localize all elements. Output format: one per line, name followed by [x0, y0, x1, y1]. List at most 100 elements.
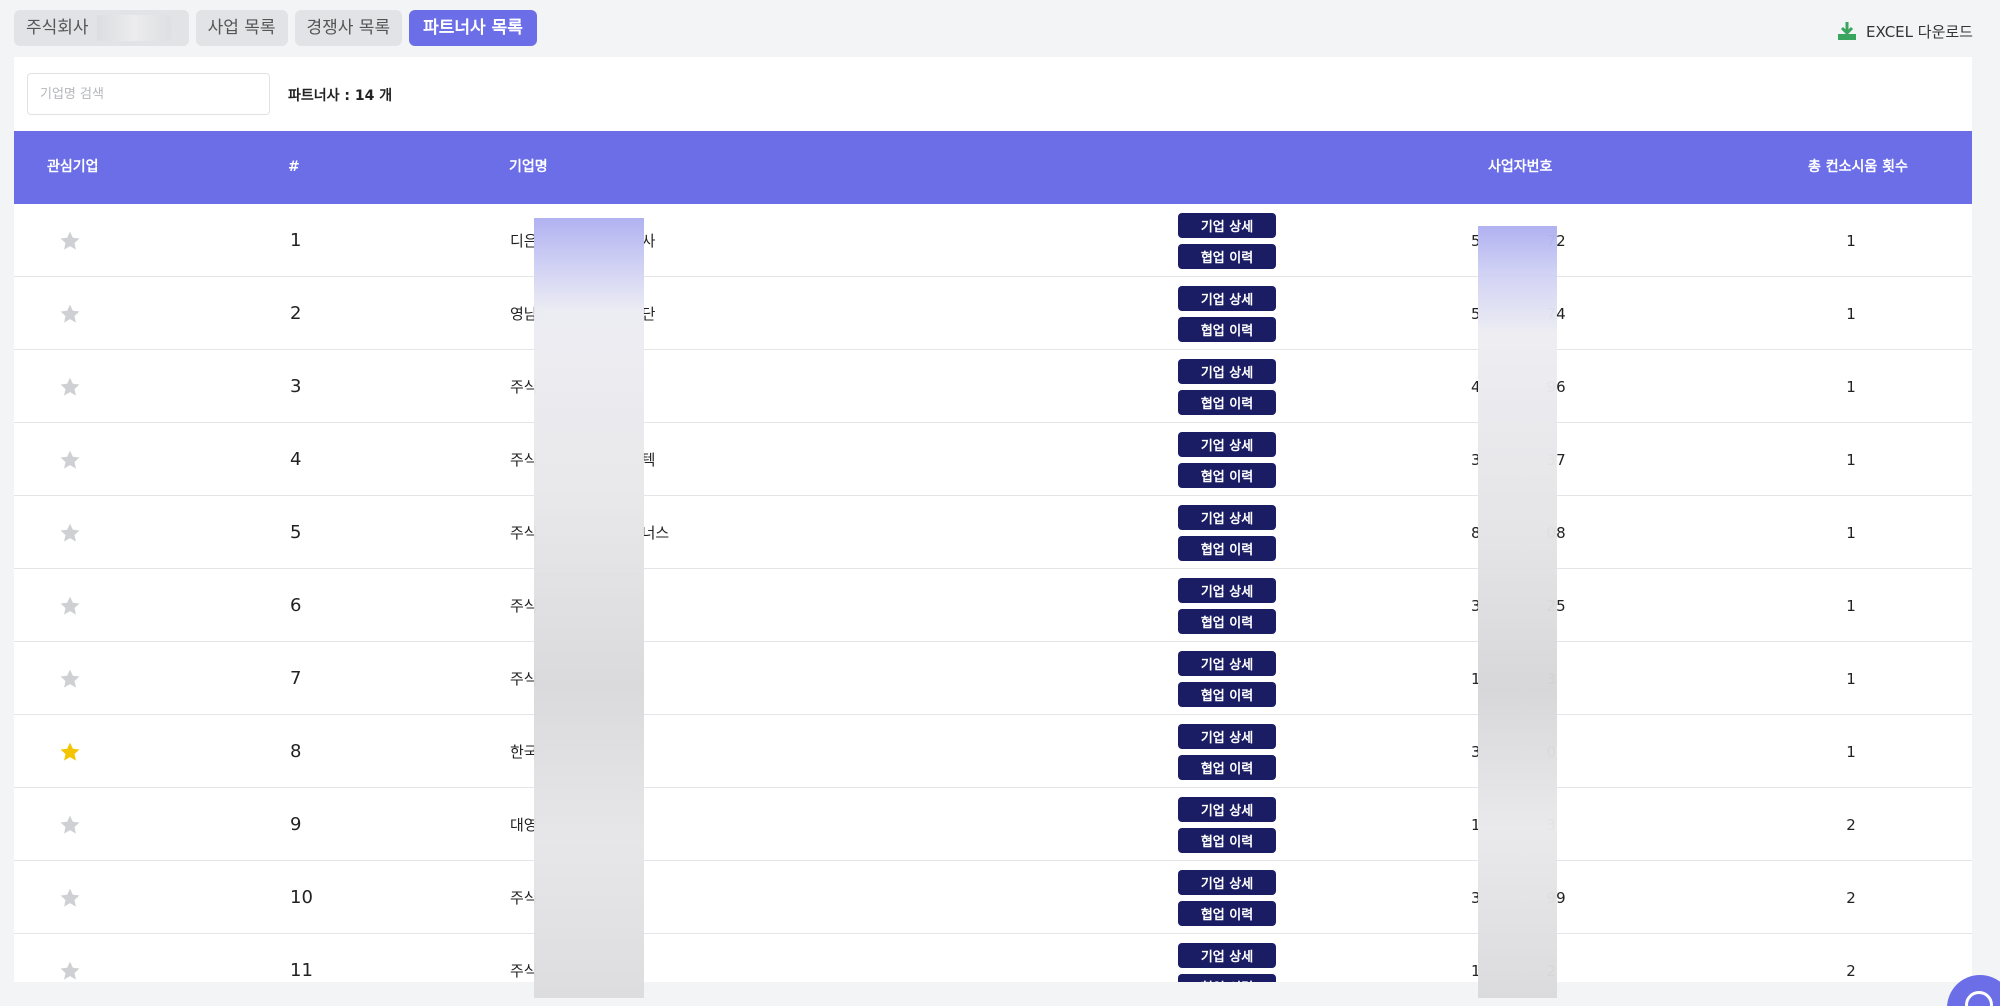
favorite-star-button[interactable] — [56, 569, 84, 642]
favorite-star-button[interactable] — [56, 934, 84, 982]
company-name: 주식 너스 — [510, 496, 669, 569]
row-actions: 기업 상세협업 이력 — [1178, 861, 1276, 934]
favorite-star-button[interactable] — [56, 861, 84, 934]
company-name-start: 대영 — [510, 816, 538, 834]
company-search-input[interactable] — [27, 73, 270, 115]
row-number: 10 — [290, 887, 313, 908]
business-number: 3 37 — [1471, 423, 1601, 496]
favorite-star-button[interactable] — [56, 496, 84, 569]
favorite-star-button[interactable] — [56, 642, 84, 715]
company-name: 주식 — [510, 569, 642, 642]
star-icon — [60, 742, 80, 761]
redacted-business-number — [1481, 670, 1547, 688]
consortium-count: 1 — [1846, 742, 1856, 761]
collaboration-history-button[interactable]: 협업 이력 — [1178, 900, 1276, 926]
company-name-start: 주식 — [510, 889, 538, 907]
company-name: 주식 텍 — [510, 423, 655, 496]
consortium-count: 1 — [1846, 596, 1856, 615]
partner-list-panel: 파트너사 : 14 개 관심기업 # 기업명 사업자번호 총 컨소시움 횟수 1… — [14, 57, 1972, 982]
company-detail-button[interactable]: 기업 상세 — [1178, 650, 1276, 676]
business-number: 13 — [1471, 788, 1601, 861]
consortium-count: 2 — [1846, 888, 1856, 907]
business-number-end: 74 — [1546, 304, 1566, 323]
favorite-star-button[interactable] — [56, 715, 84, 788]
consortium-count: 2 — [1846, 815, 1856, 834]
business-number-end: 37 — [1546, 450, 1566, 469]
download-icon — [1838, 22, 1857, 40]
tab-partner-list[interactable]: 파트너사 목록 — [409, 10, 537, 46]
favorite-star-button[interactable] — [56, 204, 84, 277]
company-detail-button[interactable]: 기업 상세 — [1178, 504, 1276, 530]
collaboration-history-button[interactable]: 협업 이력 — [1178, 535, 1276, 561]
company-detail-button[interactable]: 기업 상세 — [1178, 577, 1276, 603]
collaboration-history-button[interactable]: 협업 이력 — [1178, 608, 1276, 634]
redacted-business-number — [1481, 524, 1547, 542]
consortium-count: 2 — [1846, 961, 1856, 980]
tab-business-list[interactable]: 사업 목록 — [195, 10, 288, 46]
company-name: 주식 — [510, 350, 642, 423]
excel-download-button[interactable]: EXCEL 다운로드 — [1836, 20, 1973, 42]
business-number-end: 3 — [1546, 815, 1557, 834]
row-actions: 기업 상세협업 이력 — [1178, 350, 1276, 423]
header-favorite: 관심기업 — [47, 159, 99, 175]
tab-company-name[interactable]: 주식회사 — [14, 10, 189, 46]
business-number: 30 — [1471, 715, 1601, 788]
collaboration-history-button[interactable]: 협업 이력 — [1178, 462, 1276, 488]
star-icon — [60, 304, 80, 323]
collaboration-history-button[interactable]: 협업 이력 — [1178, 681, 1276, 707]
company-name-start: 주식 — [510, 962, 538, 980]
redacted-business-number — [1481, 743, 1547, 761]
row-actions: 기업 상세협업 이력 — [1178, 204, 1276, 277]
collaboration-history-button[interactable]: 협업 이력 — [1178, 973, 1276, 982]
collaboration-history-button[interactable]: 협업 이력 — [1178, 827, 1276, 853]
table-row: 2 영남 단 기업 상세 협업 이력 5 74 1 — [14, 277, 1972, 350]
company-detail-button[interactable]: 기업 상세 — [1178, 285, 1276, 311]
collaboration-history-button[interactable]: 협업 이력 — [1178, 389, 1276, 415]
row-number: 7 — [290, 668, 302, 689]
redacted-business-number — [1481, 232, 1547, 250]
row-number: 2 — [290, 303, 302, 324]
row-number: 6 — [290, 595, 302, 616]
table-row: 3 주식 기업 상세 협업 이력 4 96 1 — [14, 350, 1972, 423]
business-number-start: 1 — [1471, 961, 1481, 980]
partner-table-body: 1 디은 사 기업 상세 협업 이력 5 72 1 2 영남 단 기업 상세 협업 이력 5 74 1 3 주식 기… — [14, 204, 1972, 982]
business-number-end: 99 — [1546, 888, 1566, 907]
favorite-star-button[interactable] — [56, 788, 84, 861]
star-icon — [60, 815, 80, 834]
row-actions: 기업 상세협업 이력 — [1178, 642, 1276, 715]
collaboration-history-button[interactable]: 협업 이력 — [1178, 316, 1276, 342]
business-number-start: 3 — [1471, 888, 1481, 907]
table-row: 5 주식 너스 기업 상세 협업 이력 8 08 1 — [14, 496, 1972, 569]
business-number-end: 08 — [1546, 523, 1566, 542]
consortium-count: 1 — [1846, 669, 1856, 688]
business-number: 5 72 — [1471, 204, 1601, 277]
favorite-star-button[interactable] — [56, 423, 84, 496]
company-detail-button[interactable]: 기업 상세 — [1178, 869, 1276, 895]
consortium-count: 1 — [1846, 304, 1856, 323]
table-row: 6 주식 기업 상세 협업 이력 3 25 1 — [14, 569, 1972, 642]
company-detail-button[interactable]: 기업 상세 — [1178, 212, 1276, 238]
header-company-name: 기업명 — [509, 159, 548, 175]
company-name-start: 주식 — [510, 524, 538, 542]
company-detail-button[interactable]: 기업 상세 — [1178, 942, 1276, 968]
company-name: 한국 — [510, 715, 642, 788]
row-actions: 기업 상세협업 이력 — [1178, 715, 1276, 788]
company-name: 주식 — [510, 934, 642, 982]
favorite-star-button[interactable] — [56, 350, 84, 423]
row-number: 1 — [290, 230, 302, 251]
business-number-start: 8 — [1471, 523, 1481, 542]
company-detail-button[interactable]: 기업 상세 — [1178, 431, 1276, 457]
row-number: 11 — [290, 960, 313, 981]
tab-competitor-list[interactable]: 경쟁사 목록 — [294, 10, 403, 46]
company-detail-button[interactable]: 기업 상세 — [1178, 358, 1276, 384]
company-name: 영남 단 — [510, 277, 655, 350]
row-actions: 기업 상세협업 이력 — [1178, 277, 1276, 350]
tab-company-label: 주식회사 — [26, 18, 89, 38]
collaboration-history-button[interactable]: 협업 이력 — [1178, 754, 1276, 780]
favorite-star-button[interactable] — [56, 277, 84, 350]
collaboration-history-button[interactable]: 협업 이력 — [1178, 243, 1276, 269]
header-number: # — [288, 159, 300, 175]
company-detail-button[interactable]: 기업 상세 — [1178, 723, 1276, 749]
company-detail-button[interactable]: 기업 상세 — [1178, 796, 1276, 822]
row-number: 5 — [290, 522, 302, 543]
